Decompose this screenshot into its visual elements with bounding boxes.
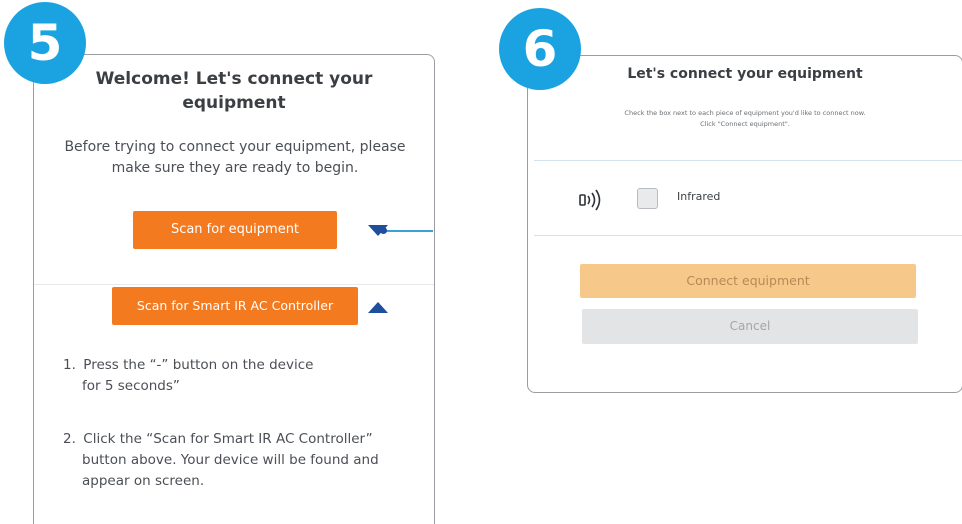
infrared-checkbox[interactable] <box>637 188 658 209</box>
infrared-signal-icon <box>578 189 602 211</box>
step-6-badge: 6 <box>499 8 581 90</box>
step-text-rest: button above. Your device will be found … <box>82 452 379 489</box>
welcome-connect-panel: Welcome! Let's connect your equipment Be… <box>33 54 435 524</box>
expand-arrow-icon[interactable] <box>368 302 388 313</box>
cancel-button[interactable]: Cancel <box>582 309 918 344</box>
connect-note-line-2: Click "Connect equipment". <box>700 120 790 128</box>
connect-note-line-1: Check the box next to each piece of equi… <box>624 109 866 117</box>
instruction-step-1: 1. Press the “-” button on the device fo… <box>63 355 363 397</box>
step-number: 2. <box>63 431 76 447</box>
step-text-first: Press the “-” button on the device <box>83 357 314 373</box>
connect-title: Let's connect your equipment <box>627 66 863 82</box>
instruction-step-2: 2. Click the “Scan for Smart IR AC Contr… <box>63 429 413 492</box>
callout-dot <box>380 227 387 234</box>
infrared-label: Infrared <box>677 190 721 203</box>
step-text-rest: for 5 seconds” <box>82 378 180 394</box>
connect-equipment-button[interactable]: Connect equipment <box>580 264 916 298</box>
connect-instructions: Check the box next to each piece of equi… <box>548 108 942 130</box>
section-divider <box>34 284 434 285</box>
scan-for-equipment-button[interactable]: Scan for equipment <box>133 211 337 249</box>
step-5-badge: 5 <box>4 2 86 84</box>
equipment-row[interactable]: Infrared <box>534 160 962 236</box>
scan-smart-ir-button[interactable]: Scan for Smart IR AC Controller <box>112 287 358 325</box>
welcome-title: Welcome! Let's connect your equipment <box>95 69 373 113</box>
welcome-intro-text: Before trying to connect your equipment,… <box>64 139 406 176</box>
step-number: 1. <box>63 357 76 373</box>
callout-line <box>383 230 433 232</box>
step-text-first: Click the “Scan for Smart IR AC Controll… <box>83 431 373 447</box>
connect-equipment-panel: Let's connect your equipment Check the b… <box>527 55 962 393</box>
